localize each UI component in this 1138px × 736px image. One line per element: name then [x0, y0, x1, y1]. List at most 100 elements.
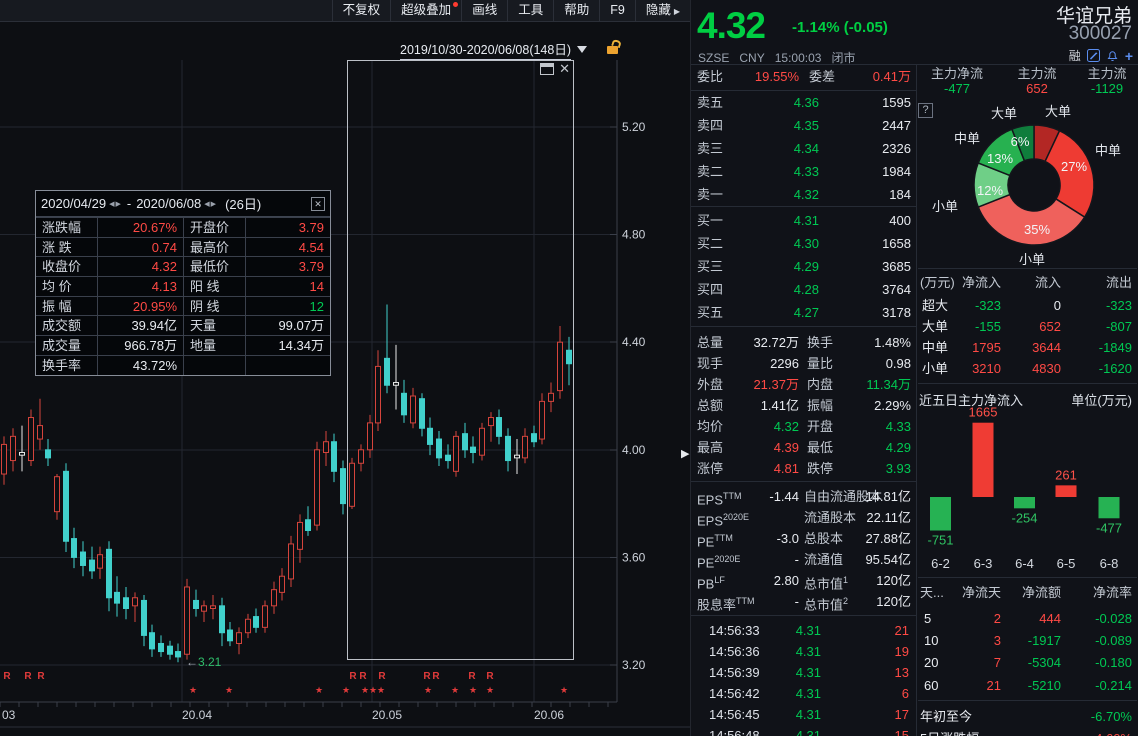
- main-flow-cell: 主力流 -1129: [1072, 66, 1138, 96]
- panel-collapse-arrow[interactable]: ▶: [681, 447, 689, 460]
- bid-row[interactable]: 买一 4.31 400: [691, 210, 916, 231]
- stat-value: 32.72万: [753, 335, 799, 350]
- stat-label: 换手率: [36, 354, 98, 375]
- stat-row[interactable]: 现手 2296 量比 0.98: [691, 353, 916, 374]
- toolbar-item-隐藏[interactable]: 隐藏 ▶: [634, 0, 690, 21]
- stat-row[interactable]: 均价 4.32 开盘 4.33: [691, 416, 916, 437]
- svg-text:★: ★: [424, 685, 432, 695]
- market-status: 闭市: [831, 51, 856, 65]
- main-flow-label: 主力净流: [930, 66, 983, 81]
- svg-text:★: ★: [377, 685, 385, 695]
- ask-row[interactable]: 卖五 4.36 1595: [691, 92, 916, 113]
- fundamental-row[interactable]: PETTM -3.0 总股本 27.88亿: [691, 528, 916, 549]
- toolbar-item-工具[interactable]: 工具: [507, 0, 553, 21]
- fundamental-row[interactable]: 股息率TTM - 总市值2 120亿: [691, 591, 916, 612]
- chart-selection-box[interactable]: ✕: [347, 60, 574, 660]
- bid-volume: 3178: [882, 305, 911, 320]
- range-stats-grid: 涨跌幅 20.67% 开盘价 3.79 涨 跌 0.74 最高价 4.54 收盘价 4.32 最低价…: [36, 217, 330, 375]
- ask-row[interactable]: 卖三 4.34 2326: [691, 138, 916, 159]
- bid-volume: 3764: [882, 282, 911, 297]
- fundamental-value: -3.0: [776, 531, 799, 546]
- column-header: 流出: [1105, 275, 1132, 290]
- alert-bell-icon[interactable]: [1106, 49, 1119, 62]
- toolbar-item-F9[interactable]: F9: [599, 0, 635, 21]
- stat-value: 1.41亿: [760, 398, 799, 413]
- edit-icon[interactable]: [1086, 49, 1100, 62]
- column-header: (万元): [920, 275, 955, 290]
- stat-label: 涨 跌: [36, 236, 98, 257]
- unlock-icon[interactable]: [607, 46, 618, 54]
- toolbar-item-超级叠加[interactable]: 超级叠加: [390, 0, 461, 21]
- stat-row[interactable]: 涨停 4.81 跌停 3.93: [691, 458, 916, 479]
- bid-row[interactable]: 买四 4.28 3764: [691, 279, 916, 300]
- flow-net: 1795: [972, 340, 1001, 355]
- add-to-watchlist-icon[interactable]: +: [1125, 48, 1133, 64]
- fundamental-row[interactable]: PE2020E - 流通值 95.54亿: [691, 549, 916, 570]
- tick-row[interactable]: 14:56:36 4.31 19: [691, 641, 916, 662]
- tick-time: 14:56:36: [709, 644, 760, 659]
- range-to-steppers-icon[interactable]: ◀▶: [204, 200, 217, 208]
- bid-price: 4.31: [793, 213, 819, 228]
- ask-level-label: 卖五: [697, 95, 724, 110]
- svg-text:261: 261: [1055, 467, 1077, 482]
- tick-price: 4.31: [795, 707, 821, 722]
- fundamental-row[interactable]: PBLF 2.80 总市值1 120亿: [691, 570, 916, 591]
- stat-value: 39.94亿: [98, 315, 184, 336]
- ask-level-label: 卖二: [697, 164, 724, 179]
- candle: [305, 519, 311, 531]
- tick-row[interactable]: 14:56:33 4.31 21: [691, 620, 916, 641]
- svg-text:★: ★: [342, 685, 350, 695]
- fundamental-row[interactable]: EPS2020E 流通股本 22.11亿: [691, 507, 916, 528]
- chevron-down-icon[interactable]: [577, 45, 587, 53]
- main-flow-value: -1129: [1090, 81, 1124, 96]
- y-axis-tick-label: 3.20: [622, 658, 646, 672]
- tick-row[interactable]: 14:56:48 4.31 15: [691, 725, 916, 736]
- stat-value: 4.32: [773, 419, 799, 434]
- net-flow-rate: -0.180: [1095, 655, 1132, 670]
- svg-text:6-4: 6-4: [1015, 556, 1034, 571]
- ask-row[interactable]: 卖四 4.35 2447: [691, 115, 916, 136]
- toolbar-item-帮助[interactable]: 帮助: [553, 0, 599, 21]
- period-days: 5: [924, 611, 932, 626]
- ask-row[interactable]: 卖二 4.33 1984: [691, 161, 916, 182]
- tick-volume: 13: [894, 665, 909, 680]
- svg-text:★: ★: [361, 685, 369, 695]
- column-header: 净流率: [1092, 585, 1132, 600]
- close-icon[interactable]: ✕: [311, 196, 325, 211]
- stat-row[interactable]: 总额 1.41亿 振幅 2.29%: [691, 395, 916, 416]
- restore-window-icon[interactable]: [540, 63, 555, 75]
- fundamental-value: 27.88亿: [865, 531, 911, 546]
- tick-volume: 19: [894, 644, 909, 659]
- flow-row-label: 小单: [922, 361, 949, 376]
- candle: [288, 543, 294, 580]
- fundamental-value: -1.44: [769, 489, 799, 504]
- flow-row-label: 大单: [922, 319, 949, 334]
- bid-row[interactable]: 买二 4.30 1658: [691, 233, 916, 254]
- range-from-steppers-icon[interactable]: ◀▶: [109, 200, 122, 208]
- flow-out: -1620: [1098, 361, 1132, 376]
- svg-text:小单: 小单: [932, 199, 958, 214]
- ask-price: 4.35: [793, 118, 819, 133]
- tick-row[interactable]: 14:56:42 4.31 6: [691, 683, 916, 704]
- divider: [691, 481, 916, 482]
- fundamental-row[interactable]: EPSTTM -1.44 自由流通股本 14.81亿: [691, 486, 916, 507]
- bid-row[interactable]: 买三 4.29 3685: [691, 256, 916, 277]
- toolbar-item-label: 超级叠加: [401, 3, 452, 17]
- close-selection-icon[interactable]: ✕: [559, 62, 570, 75]
- weibi-row[interactable]: 委比 19.55% 委差 0.41万: [691, 66, 916, 87]
- stat-row[interactable]: 外盘 21.37万 内盘 11.34万: [691, 374, 916, 395]
- ask-level-label: 卖三: [697, 141, 724, 156]
- tick-row[interactable]: 14:56:39 4.31 13: [691, 662, 916, 683]
- ask-price: 4.32: [793, 187, 819, 202]
- svg-text:中单: 中单: [1095, 143, 1121, 158]
- date-range-selector[interactable]: 2019/10/30-2020/06/08(148日): [400, 39, 571, 60]
- stat-row[interactable]: 总量 32.72万 换手 1.48%: [691, 332, 916, 353]
- y-axis-tick-label: 3.60: [622, 550, 646, 564]
- svg-text:R: R: [37, 671, 45, 682]
- ask-row[interactable]: 卖一 4.32 184: [691, 184, 916, 205]
- toolbar-item-不复权[interactable]: 不复权: [331, 0, 391, 21]
- stat-row[interactable]: 最高 4.39 最低 4.29: [691, 437, 916, 458]
- toolbar-item-画线[interactable]: 画线: [461, 0, 507, 21]
- tick-row[interactable]: 14:56:45 4.31 17: [691, 704, 916, 725]
- bid-row[interactable]: 买五 4.27 3178: [691, 302, 916, 323]
